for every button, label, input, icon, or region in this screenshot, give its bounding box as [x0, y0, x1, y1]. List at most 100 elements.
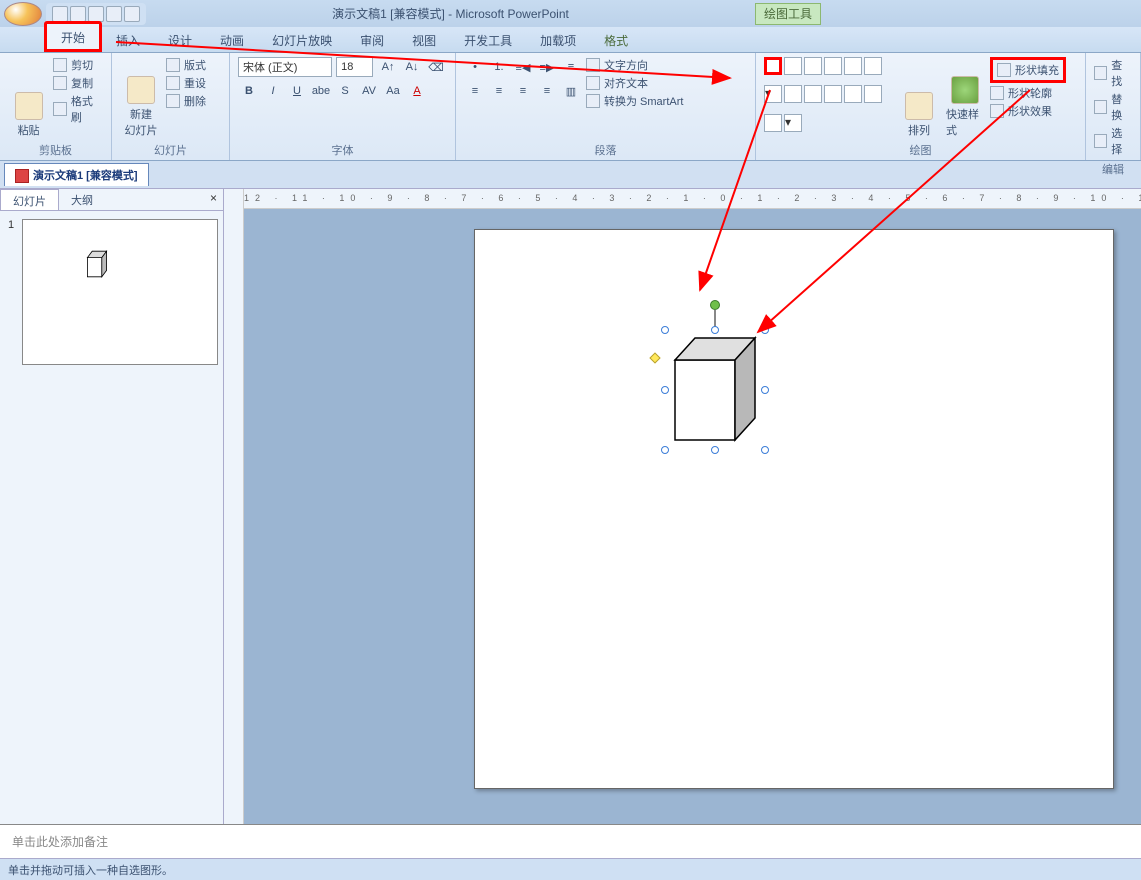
- shape-8[interactable]: [804, 85, 822, 103]
- shape-11[interactable]: [864, 85, 882, 103]
- grow-font-button[interactable]: A↑: [377, 57, 399, 77]
- rotation-handle[interactable]: [710, 300, 720, 310]
- print-icon[interactable]: [106, 6, 122, 22]
- slide-stage[interactable]: [244, 209, 1141, 824]
- shape-9[interactable]: [824, 85, 842, 103]
- increase-indent-button[interactable]: ≡▶: [536, 57, 558, 77]
- shape-more[interactable]: ▾: [764, 85, 782, 103]
- strikethrough-button[interactable]: abe: [310, 81, 332, 101]
- office-button[interactable]: [4, 2, 42, 26]
- font-name-select[interactable]: 宋体 (正文): [238, 57, 332, 77]
- bold-button[interactable]: B: [238, 81, 260, 101]
- tab-design[interactable]: 设计: [154, 27, 206, 52]
- handle-n[interactable]: [711, 326, 719, 334]
- delete-slide-button[interactable]: 删除: [166, 93, 206, 109]
- cube-shape-selected[interactable]: [665, 330, 765, 450]
- shape-10[interactable]: [844, 85, 862, 103]
- char-spacing-button[interactable]: AV: [358, 81, 380, 101]
- handle-ne[interactable]: [761, 326, 769, 334]
- slide-thumbnail-1[interactable]: [22, 219, 218, 365]
- format-painter-button[interactable]: 格式刷: [53, 93, 103, 125]
- adjust-handle[interactable]: [649, 352, 660, 363]
- numbering-button[interactable]: 1.: [488, 57, 510, 77]
- decrease-indent-button[interactable]: ≡◀: [512, 57, 534, 77]
- shrink-font-button[interactable]: A↓: [401, 57, 423, 77]
- find-icon: [1094, 66, 1107, 80]
- change-case-button[interactable]: Aa: [382, 81, 404, 101]
- group-slides: 新建 幻灯片 版式 重设 删除 幻灯片: [112, 53, 230, 160]
- tab-addins[interactable]: 加载项: [526, 27, 590, 52]
- align-left-button[interactable]: ≡: [464, 81, 486, 101]
- handle-w[interactable]: [661, 386, 669, 394]
- shape-5[interactable]: [844, 57, 862, 75]
- find-button[interactable]: 查找: [1094, 57, 1132, 89]
- paste-button[interactable]: 粘贴: [8, 57, 49, 140]
- handle-e[interactable]: [761, 386, 769, 394]
- line-spacing-button[interactable]: ≡: [560, 57, 582, 77]
- handle-nw[interactable]: [661, 326, 669, 334]
- cut-button[interactable]: 剪切: [53, 57, 103, 73]
- shape-2[interactable]: [784, 57, 802, 75]
- pane-tab-slides[interactable]: 幻灯片: [0, 189, 59, 210]
- redo-icon[interactable]: [88, 6, 104, 22]
- shape-4[interactable]: [824, 57, 842, 75]
- tab-animations[interactable]: 动画: [206, 27, 258, 52]
- shape-3[interactable]: [804, 57, 822, 75]
- tab-insert[interactable]: 插入: [102, 27, 154, 52]
- notes-pane[interactable]: 单击此处添加备注: [0, 824, 1141, 858]
- horizontal-ruler: 12 · 11 · 10 · 9 · 8 · 7 · 6 · 5 · 4 · 3…: [244, 189, 1141, 209]
- shadow-button[interactable]: S: [334, 81, 356, 101]
- clear-format-button[interactable]: ⌫: [425, 57, 447, 77]
- justify-button[interactable]: ≡: [536, 81, 558, 101]
- quick-styles-button[interactable]: 快速样式: [944, 57, 986, 140]
- smartart-icon: [586, 94, 600, 108]
- underline-button[interactable]: U: [286, 81, 308, 101]
- tab-review[interactable]: 审阅: [346, 27, 398, 52]
- replace-button[interactable]: 替换: [1094, 91, 1132, 123]
- pane-tab-outline[interactable]: 大纲: [59, 189, 105, 210]
- copy-button[interactable]: 复制: [53, 75, 103, 91]
- window-title: 演示文稿1 [兼容模式] - Microsoft PowerPoint: [146, 5, 755, 22]
- shape-12[interactable]: [764, 114, 782, 132]
- qat-more-icon[interactable]: [124, 6, 140, 22]
- cube-svg: [665, 330, 765, 450]
- shape-fill-button[interactable]: 形状填充: [990, 57, 1066, 83]
- convert-smartart-button[interactable]: 转换为 SmartArt: [586, 93, 683, 109]
- handle-sw[interactable]: [661, 446, 669, 454]
- tab-format[interactable]: 格式: [590, 27, 642, 52]
- layout-button[interactable]: 版式: [166, 57, 206, 73]
- italic-button[interactable]: I: [262, 81, 284, 101]
- slide-canvas[interactable]: [474, 229, 1114, 789]
- pane-tabs: 幻灯片 大纲 ×: [0, 189, 223, 211]
- tab-developer[interactable]: 开发工具: [450, 27, 526, 52]
- align-right-button[interactable]: ≡: [512, 81, 534, 101]
- arrange-button[interactable]: 排列: [898, 57, 940, 140]
- scissors-icon: [53, 58, 67, 72]
- tab-view[interactable]: 视图: [398, 27, 450, 52]
- shape-gallery[interactable]: ▾ ▾: [764, 57, 894, 140]
- text-direction-button[interactable]: 文字方向: [586, 57, 683, 73]
- save-icon[interactable]: [52, 6, 68, 22]
- bullets-button[interactable]: •: [464, 57, 486, 77]
- shape-6[interactable]: [864, 57, 882, 75]
- shape-effects-button[interactable]: 形状效果: [990, 103, 1066, 119]
- select-button[interactable]: 选择: [1094, 125, 1132, 157]
- font-color-button[interactable]: A: [406, 81, 428, 101]
- shape-outline-button[interactable]: 形状轮廓: [990, 85, 1066, 101]
- new-slide-button[interactable]: 新建 幻灯片: [120, 57, 162, 140]
- document-tab[interactable]: 演示文稿1 [兼容模式]: [4, 163, 149, 186]
- columns-button[interactable]: ▥: [560, 81, 582, 101]
- tab-slideshow[interactable]: 幻灯片放映: [258, 27, 346, 52]
- cube-shape-icon[interactable]: [764, 57, 782, 75]
- handle-s[interactable]: [711, 446, 719, 454]
- undo-icon[interactable]: [70, 6, 86, 22]
- pane-close-button[interactable]: ×: [204, 189, 223, 210]
- reset-button[interactable]: 重设: [166, 75, 206, 91]
- tab-home[interactable]: 开始: [44, 21, 102, 52]
- align-center-button[interactable]: ≡: [488, 81, 510, 101]
- handle-se[interactable]: [761, 446, 769, 454]
- align-text-button[interactable]: 对齐文本: [586, 75, 683, 91]
- shape-more2[interactable]: ▾: [784, 114, 802, 132]
- shape-7[interactable]: [784, 85, 802, 103]
- font-size-select[interactable]: 18: [336, 57, 373, 77]
